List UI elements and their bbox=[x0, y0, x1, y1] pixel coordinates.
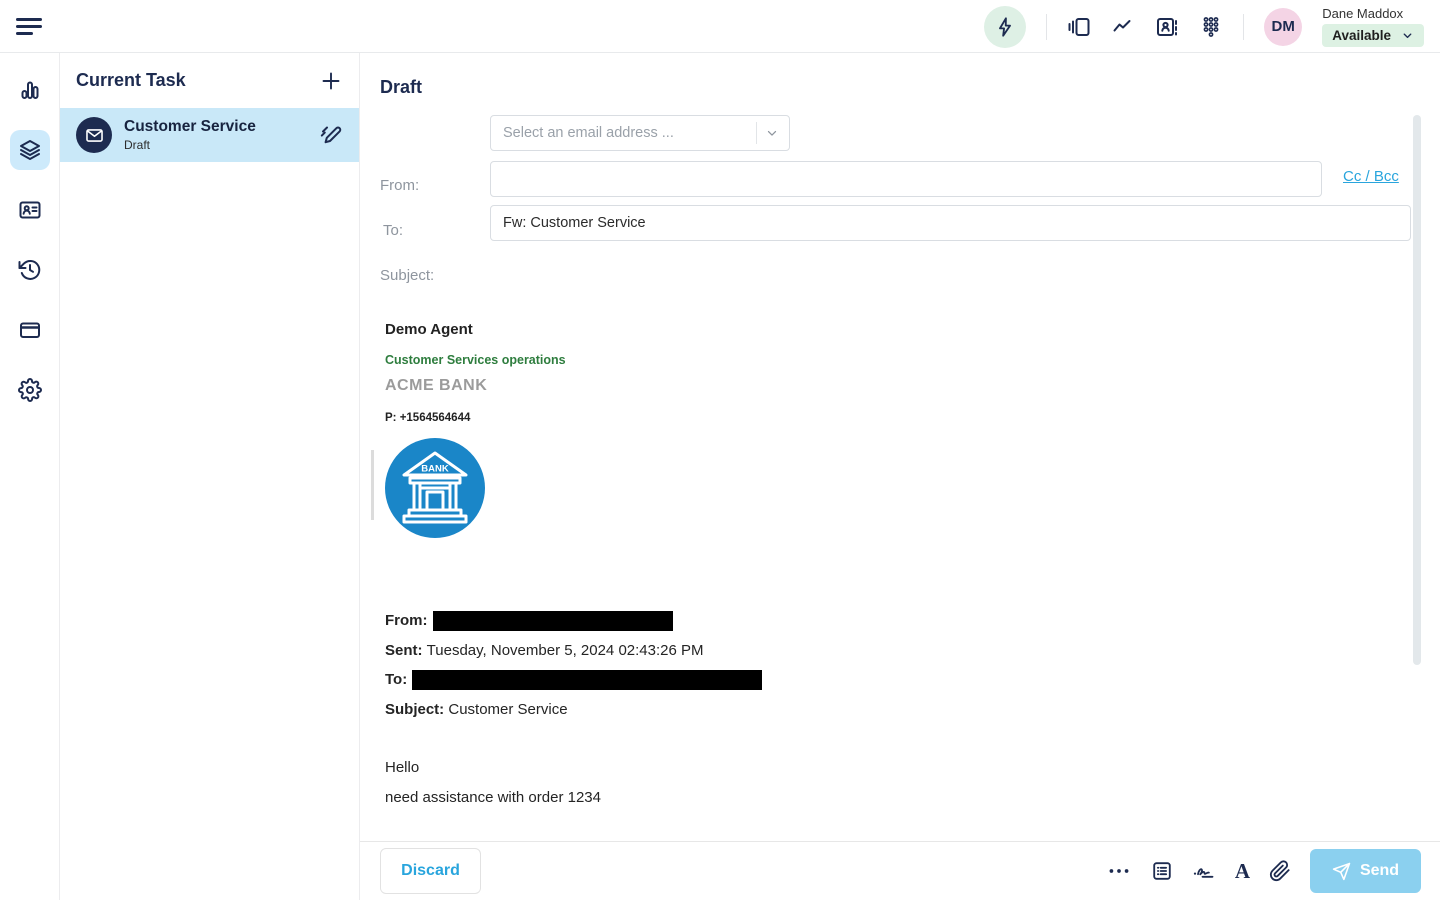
font-style-label: A bbox=[1235, 861, 1250, 882]
status-label: Available bbox=[1332, 28, 1391, 43]
message-line: need assistance with order 1234 bbox=[385, 783, 762, 813]
user-name: Dane Maddox bbox=[1322, 6, 1424, 21]
quoted-subject-row: Subject: Customer Service bbox=[385, 695, 762, 725]
topbar: DM Dane Maddox Available bbox=[0, 0, 1440, 53]
task-item-texts: Customer Service Draft bbox=[124, 118, 319, 152]
quoted-to-row: To: bbox=[385, 665, 762, 695]
gear-icon bbox=[18, 378, 42, 402]
sidebar-item-interactions[interactable] bbox=[10, 130, 50, 170]
quoted-subject-value: Customer Service bbox=[448, 701, 567, 718]
quoted-sent-value: Tuesday, November 5, 2024 02:43:26 PM bbox=[427, 642, 704, 659]
canned-responses-icon[interactable] bbox=[1151, 860, 1173, 882]
from-label: From: bbox=[380, 177, 419, 194]
scrollbar-thumb[interactable] bbox=[1413, 115, 1421, 665]
task-panel-title: Current Task bbox=[76, 70, 186, 91]
add-task-button[interactable] bbox=[319, 69, 343, 93]
plus-icon bbox=[319, 69, 343, 93]
signature-phone: P: +1564564644 bbox=[385, 412, 470, 424]
select-divider bbox=[756, 122, 757, 144]
task-item-subtitle: Draft bbox=[124, 138, 319, 152]
divider bbox=[1243, 14, 1244, 40]
quoted-from-row: From: bbox=[385, 606, 762, 636]
quoted-sent-row: Sent: Tuesday, November 5, 2024 02:43:26… bbox=[385, 636, 762, 666]
layers-icon bbox=[18, 138, 42, 162]
signature-company: ACME BANK bbox=[385, 377, 487, 395]
sidebar-item-contacts[interactable] bbox=[10, 190, 50, 230]
to-label: To: bbox=[383, 222, 403, 239]
task-list-item[interactable]: Customer Service Draft bbox=[60, 108, 359, 162]
text-caret bbox=[371, 450, 374, 520]
to-input[interactable] bbox=[490, 161, 1322, 197]
quoted-sent-label: Sent: bbox=[385, 642, 423, 659]
send-label: Send bbox=[1360, 862, 1399, 880]
bank-logo-label: BANK bbox=[421, 464, 449, 475]
bar-chart-icon bbox=[18, 78, 42, 102]
draft-editor: Draft From: Select an email address ... … bbox=[360, 53, 1440, 900]
quoted-from-label: From: bbox=[385, 612, 428, 629]
chevron-down-icon bbox=[765, 126, 779, 140]
email-icon bbox=[76, 117, 112, 153]
chevron-down-icon bbox=[1401, 29, 1414, 42]
signature-team: Customer Services operations bbox=[385, 353, 566, 367]
task-panel-header: Current Task bbox=[60, 53, 359, 108]
quoted-to-label: To: bbox=[385, 671, 407, 688]
dialpad-icon[interactable] bbox=[1199, 15, 1223, 39]
send-button[interactable]: Send bbox=[1310, 849, 1421, 893]
panels-icon[interactable] bbox=[1067, 15, 1091, 39]
attachment-icon[interactable] bbox=[1269, 860, 1291, 882]
user-avatar[interactable]: DM bbox=[1264, 8, 1302, 46]
quick-reply-icon bbox=[984, 6, 1026, 48]
window-icon bbox=[18, 318, 42, 342]
contacts-icon[interactable] bbox=[1155, 15, 1179, 39]
task-panel: Current Task Customer Service Draft bbox=[60, 53, 360, 900]
compose-icon[interactable] bbox=[319, 123, 343, 147]
discard-button[interactable]: Discard bbox=[380, 848, 481, 894]
editor-footer: Discard A Send bbox=[360, 841, 1440, 900]
message-line: Hello bbox=[385, 753, 762, 783]
signature-icon[interactable] bbox=[1192, 859, 1216, 883]
send-icon bbox=[1332, 862, 1351, 881]
subject-input[interactable] bbox=[490, 205, 1411, 241]
menu-icon[interactable] bbox=[16, 13, 44, 39]
contact-card-icon bbox=[18, 198, 42, 222]
sidebar-rail bbox=[0, 53, 60, 900]
topbar-actions: DM Dane Maddox Available bbox=[984, 0, 1424, 53]
redacted-to-address bbox=[412, 670, 762, 690]
bank-logo: BANK bbox=[385, 438, 485, 538]
history-icon bbox=[18, 258, 42, 282]
quoted-subject-label: Subject: bbox=[385, 701, 444, 718]
divider bbox=[1046, 14, 1047, 40]
subject-label: Subject: bbox=[380, 267, 434, 284]
cc-bcc-link[interactable]: Cc / Bcc bbox=[1343, 168, 1399, 185]
font-style-icon[interactable]: A bbox=[1235, 861, 1250, 882]
redacted-from-address bbox=[433, 611, 673, 631]
task-item-title: Customer Service bbox=[124, 118, 319, 136]
signature-name: Demo Agent bbox=[385, 321, 473, 338]
sidebar-item-activity[interactable] bbox=[10, 70, 50, 110]
from-placeholder: Select an email address ... bbox=[503, 125, 752, 141]
page-title: Draft bbox=[380, 77, 422, 98]
sidebar-item-workspace[interactable] bbox=[10, 310, 50, 350]
sidebar-item-settings[interactable] bbox=[10, 370, 50, 410]
status-dropdown[interactable]: Available bbox=[1322, 24, 1424, 47]
performance-chart-icon[interactable] bbox=[1111, 15, 1135, 39]
quick-reply-button[interactable] bbox=[984, 6, 1026, 48]
more-options-icon[interactable] bbox=[1106, 858, 1132, 884]
quoted-message: From: Sent: Tuesday, November 5, 2024 02… bbox=[385, 606, 762, 812]
from-select[interactable]: Select an email address ... bbox=[490, 115, 790, 151]
user-block: Dane Maddox Available bbox=[1322, 6, 1424, 47]
sidebar-item-history[interactable] bbox=[10, 250, 50, 290]
